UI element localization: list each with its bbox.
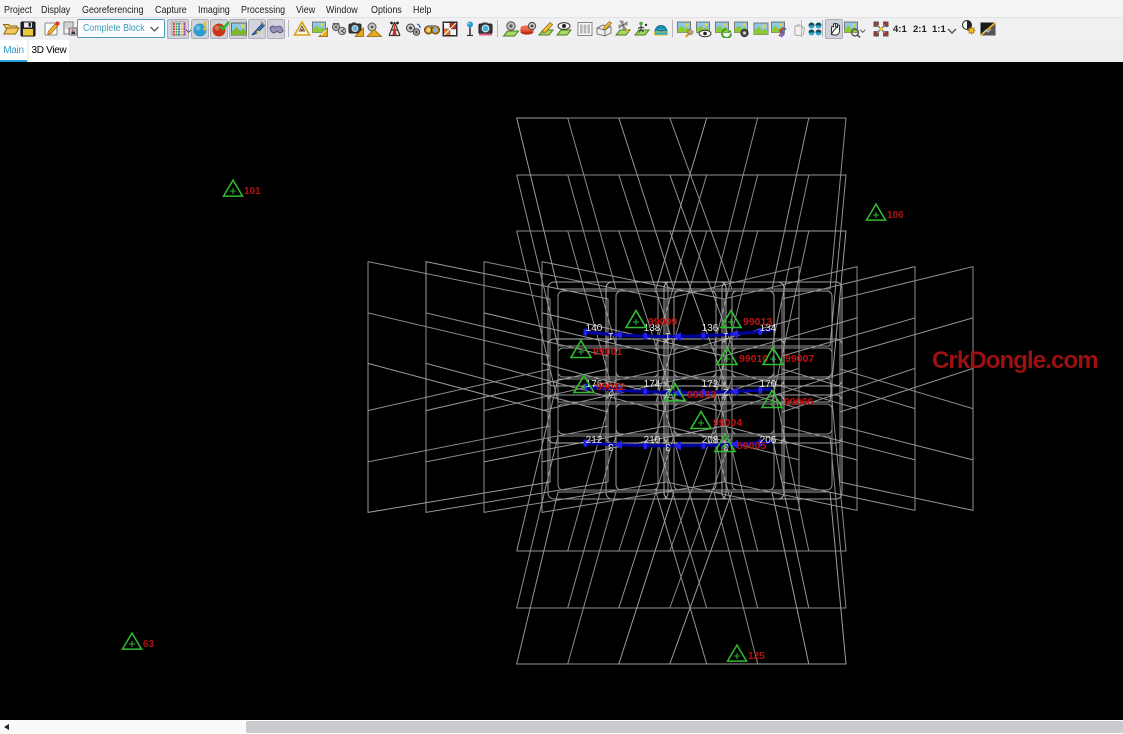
svg-text:174: 174 bbox=[644, 379, 661, 390]
svg-text:99006: 99006 bbox=[784, 396, 813, 408]
svg-text:208: 208 bbox=[702, 435, 719, 446]
svg-text:210: 210 bbox=[644, 435, 661, 446]
svg-text:99007: 99007 bbox=[785, 353, 814, 365]
svg-text:2: 2 bbox=[723, 386, 729, 397]
svg-text:99003: 99003 bbox=[687, 389, 716, 401]
svg-text:99001: 99001 bbox=[593, 346, 622, 358]
svg-text:99009: 99009 bbox=[648, 316, 677, 328]
svg-text:125: 125 bbox=[748, 651, 765, 662]
svg-text:212: 212 bbox=[586, 435, 603, 446]
svg-text:99004: 99004 bbox=[713, 417, 742, 429]
svg-text:1: 1 bbox=[608, 330, 614, 341]
svg-text:1: 1 bbox=[665, 330, 671, 341]
svg-text:CrkDongle.com: CrkDongle.com bbox=[932, 347, 1098, 374]
svg-text:170: 170 bbox=[760, 379, 777, 390]
svg-text:106: 106 bbox=[887, 210, 904, 221]
svg-text:1: 1 bbox=[723, 330, 729, 341]
svg-text:3: 3 bbox=[608, 441, 614, 452]
svg-text:101: 101 bbox=[244, 186, 261, 197]
svg-text:99005: 99005 bbox=[737, 440, 766, 452]
svg-text:63: 63 bbox=[143, 639, 155, 650]
svg-text:136: 136 bbox=[702, 323, 719, 334]
svg-text:99013: 99013 bbox=[743, 316, 772, 328]
svg-text:99012: 99012 bbox=[596, 381, 625, 393]
svg-text:3: 3 bbox=[665, 441, 671, 452]
svg-text:140: 140 bbox=[586, 323, 603, 334]
